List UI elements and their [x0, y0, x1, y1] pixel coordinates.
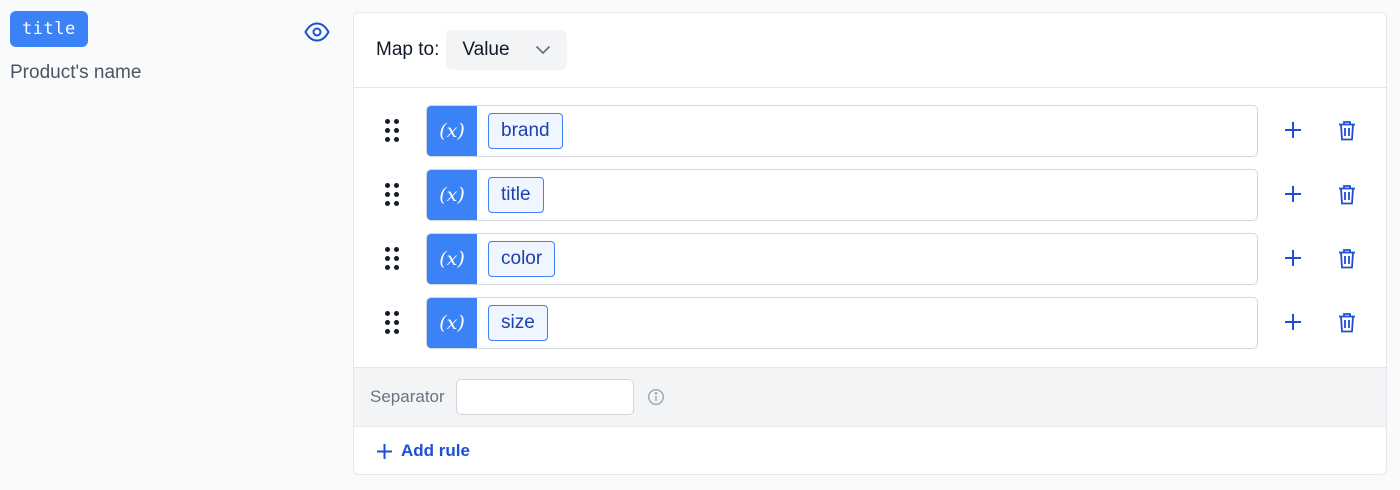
attribute-name-badge: title	[10, 11, 88, 47]
add-after-button[interactable]	[1280, 181, 1306, 207]
variable-chip[interactable]: color	[488, 241, 556, 277]
delete-rule-button[interactable]	[1334, 117, 1360, 143]
mapping-card: Map to: Value (x) brand (x) title (x) co…	[353, 12, 1387, 475]
separator-input[interactable]	[455, 379, 634, 415]
chevron-down-icon	[535, 45, 551, 55]
add-rule-label: Add rule	[401, 441, 470, 460]
variable-chip[interactable]: brand	[488, 113, 563, 149]
plus-icon	[1285, 186, 1301, 202]
delete-rule-button[interactable]	[1334, 309, 1360, 335]
map-to-label: Map to:	[376, 39, 440, 60]
plus-icon	[1285, 122, 1301, 138]
variable-icon[interactable]: (x)	[427, 234, 477, 284]
rule-row: (x) size	[354, 297, 1386, 361]
plus-icon	[1285, 250, 1301, 266]
separator-row: Separator	[354, 367, 1386, 427]
info-icon[interactable]	[647, 388, 665, 406]
variable-icon[interactable]: (x)	[427, 298, 477, 348]
add-after-button[interactable]	[1280, 117, 1306, 143]
rule-row: (x) title	[354, 169, 1386, 233]
map-to-value: Value	[462, 39, 510, 60]
drag-handle-icon[interactable]	[385, 183, 401, 207]
trash-icon	[1339, 248, 1355, 268]
variable-chip[interactable]: title	[488, 177, 544, 213]
trash-icon	[1339, 184, 1355, 204]
rule-list: (x) brand (x) title (x) color (x) size	[354, 88, 1386, 367]
attribute-description: Product's name	[10, 62, 142, 83]
variable-chip[interactable]: size	[488, 305, 548, 341]
rule-field[interactable]: (x) brand	[426, 105, 1258, 157]
add-after-button[interactable]	[1280, 309, 1306, 335]
rule-field[interactable]: (x) title	[426, 169, 1258, 221]
trash-icon	[1339, 120, 1355, 140]
drag-handle-icon[interactable]	[385, 247, 401, 271]
delete-rule-button[interactable]	[1334, 245, 1360, 271]
drag-handle-icon[interactable]	[385, 311, 401, 335]
add-after-button[interactable]	[1280, 245, 1306, 271]
trash-icon	[1339, 312, 1355, 332]
delete-rule-button[interactable]	[1334, 181, 1360, 207]
drag-handle-icon[interactable]	[385, 119, 401, 143]
plus-icon	[1285, 314, 1301, 330]
preview-toggle[interactable]	[302, 18, 332, 46]
add-rule-button[interactable]: Add rule	[354, 427, 1386, 474]
rule-row: (x) brand	[354, 105, 1386, 169]
rule-field[interactable]: (x) color	[426, 233, 1258, 285]
rule-field[interactable]: (x) size	[426, 297, 1258, 349]
map-to-select[interactable]: Value	[446, 30, 568, 70]
plus-icon	[376, 443, 393, 460]
variable-icon[interactable]: (x)	[427, 106, 477, 156]
map-to-header: Map to: Value	[354, 13, 1386, 88]
variable-icon[interactable]: (x)	[427, 170, 477, 220]
eye-icon	[304, 22, 330, 42]
separator-label: Separator	[370, 387, 445, 406]
rule-row: (x) color	[354, 233, 1386, 297]
